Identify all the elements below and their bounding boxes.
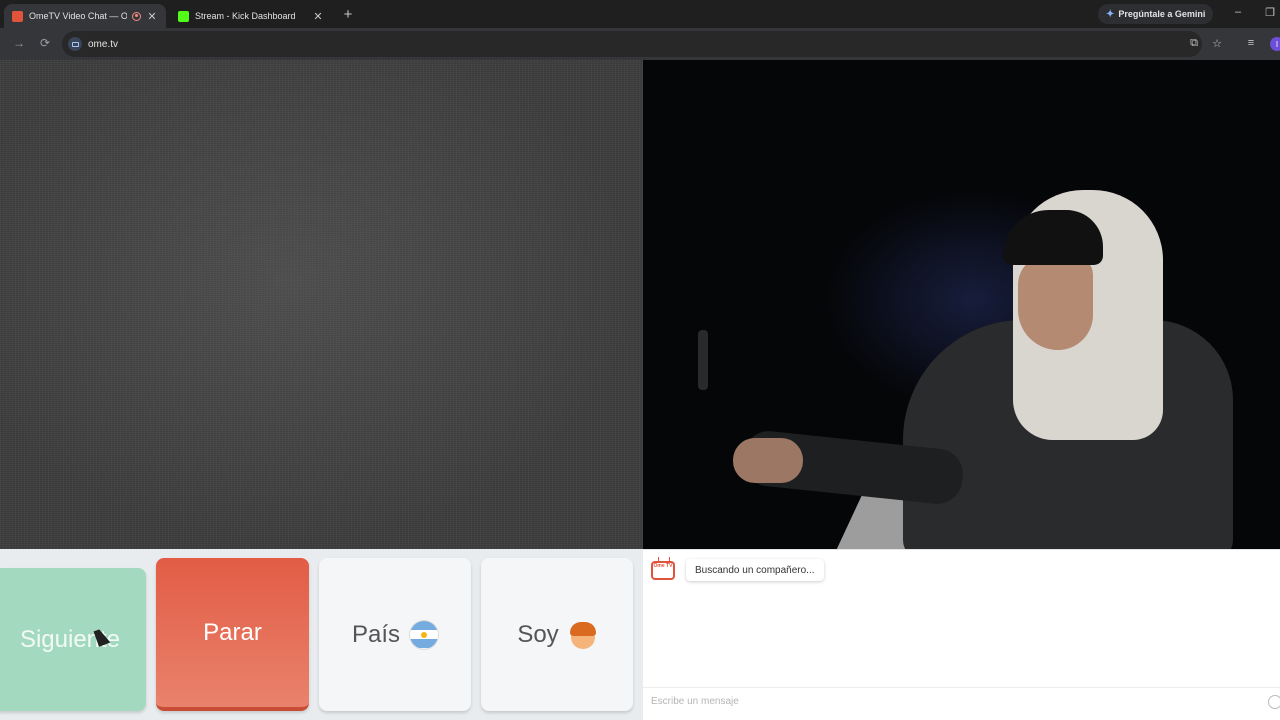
ometv-favicon-icon xyxy=(12,10,23,22)
forward-arrow-icon[interactable]: → xyxy=(11,36,27,50)
cast-icon[interactable]: ⧉ xyxy=(1187,37,1201,50)
stop-label: Parar xyxy=(203,618,262,646)
url-text: ome.tv xyxy=(88,38,119,50)
stop-button[interactable]: Parar xyxy=(156,558,309,711)
recording-icon xyxy=(132,11,141,21)
tab-ometv[interactable]: OmeTV Video Chat — Ome ✕ xyxy=(4,4,166,28)
gender-select-button[interactable]: Soy xyxy=(481,558,633,711)
tab-title: OmeTV Video Chat — Ome xyxy=(29,11,127,21)
message-input[interactable] xyxy=(651,696,1251,707)
chat-controls: Siguiente Parar País Soy xyxy=(0,549,643,720)
bookmark-star-icon[interactable]: ☆ xyxy=(1210,37,1224,50)
tab-kick-dashboard[interactable]: Stream - Kick Dashboard ✕ xyxy=(170,4,332,28)
kick-favicon-icon xyxy=(178,10,189,22)
bottle-shape xyxy=(698,330,708,390)
restore-window-button[interactable]: ❐ xyxy=(1263,6,1277,19)
person-face xyxy=(1018,255,1093,350)
gemini-label: Pregúntale a Gemini xyxy=(1118,9,1206,19)
self-camera-video xyxy=(643,60,1280,549)
next-button[interactable]: Siguiente xyxy=(0,568,146,711)
gemini-spark-icon: ✦ xyxy=(1106,8,1115,20)
reading-list-icon[interactable]: ≡ xyxy=(1244,37,1258,49)
gender-label: Soy xyxy=(517,620,559,648)
argentina-flag-icon xyxy=(410,620,439,649)
partner-video-static xyxy=(0,60,643,549)
country-label: País xyxy=(351,620,401,648)
person-hand xyxy=(733,438,803,483)
emoji-icon[interactable] xyxy=(1268,695,1280,709)
profile-avatar[interactable]: I xyxy=(1270,37,1280,51)
browser-tab-strip: OmeTV Video Chat — Ome ✕ Stream - Kick D… xyxy=(0,0,1280,28)
reload-icon[interactable]: ⟳ xyxy=(37,36,53,50)
chat-panel: Ome TV Buscando un compañero... xyxy=(643,549,1280,720)
close-tab-icon[interactable]: ✕ xyxy=(146,10,158,23)
tab-title: Stream - Kick Dashboard xyxy=(195,11,296,21)
minimize-window-button[interactable]: – xyxy=(1231,6,1245,18)
country-filter-button[interactable]: País xyxy=(319,558,471,711)
status-message: Buscando un compañero... xyxy=(686,559,824,581)
message-bar xyxy=(643,687,1280,715)
boy-emoji-icon xyxy=(569,621,597,649)
address-bar[interactable]: ome.tv xyxy=(62,31,1202,57)
ometv-logo-icon: Ome TV xyxy=(651,561,675,580)
new-tab-button[interactable]: + xyxy=(340,6,356,23)
close-tab-icon[interactable]: ✕ xyxy=(312,10,324,23)
ask-gemini-button[interactable]: ✦ Pregúntale a Gemini xyxy=(1098,4,1214,24)
site-info-icon[interactable] xyxy=(68,37,82,51)
browser-toolbar: → ⟳ ome.tv ⧉ ☆ ≡ I xyxy=(0,28,1280,60)
